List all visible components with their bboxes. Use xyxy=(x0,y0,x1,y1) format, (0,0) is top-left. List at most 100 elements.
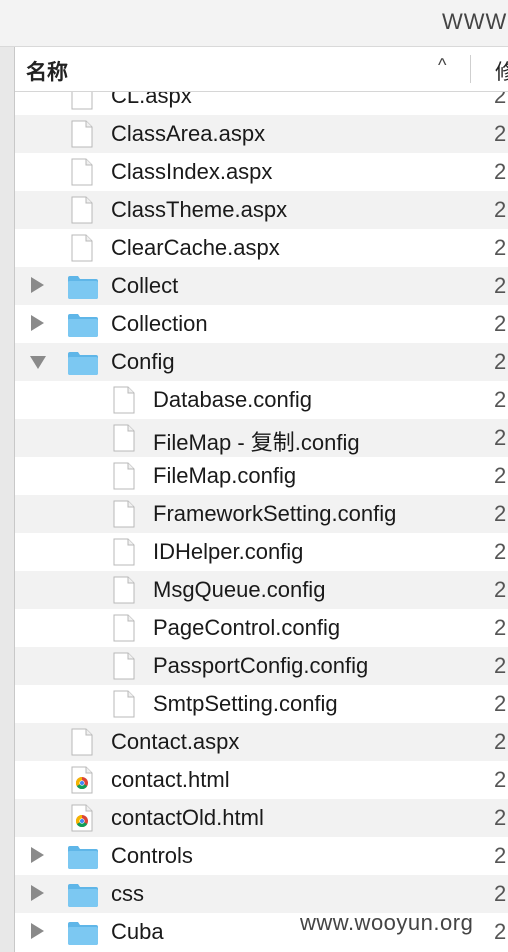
item-modified-date: 2 xyxy=(494,843,507,868)
item-modified-date: 2 xyxy=(494,197,507,222)
document-icon xyxy=(71,234,93,267)
item-modified-date: 2 xyxy=(494,387,507,412)
file-row[interactable]: Database.config 2 xyxy=(15,381,508,419)
disclosure-collapsed-icon[interactable] xyxy=(31,277,44,293)
item-modified-date: 2 xyxy=(494,121,507,146)
disclosure-collapsed-icon[interactable] xyxy=(31,315,44,331)
file-row[interactable]: contactOld.html 2 xyxy=(15,799,508,837)
item-modified-date: 2 xyxy=(494,501,507,526)
folder-icon xyxy=(67,312,99,343)
item-modified-date: 2 xyxy=(494,349,507,374)
file-row[interactable]: FileMap - 复制.config 2 xyxy=(15,419,508,457)
document-icon xyxy=(113,462,135,495)
disclosure-collapsed-icon[interactable] xyxy=(31,923,44,939)
file-row[interactable]: CL.aspx 2 xyxy=(15,92,508,115)
folder-row[interactable]: Collection 2 xyxy=(15,305,508,343)
column-header-modified[interactable]: 修 xyxy=(495,56,508,86)
item-name: IDHelper.config xyxy=(153,539,304,564)
chrome-document-icon xyxy=(71,804,93,837)
file-row[interactable]: ClassTheme.aspx 2 xyxy=(15,191,508,229)
item-name: Collection xyxy=(111,311,208,336)
window-title-fragment: WWW xyxy=(442,9,508,34)
item-modified-date: 2 xyxy=(494,691,507,716)
document-icon xyxy=(71,196,93,229)
item-name: ClassArea.aspx xyxy=(111,121,266,146)
column-divider[interactable] xyxy=(470,55,471,83)
document-icon xyxy=(71,728,93,761)
folder-icon xyxy=(67,350,99,381)
item-name: Controls xyxy=(111,843,193,868)
document-icon xyxy=(113,424,135,457)
item-name: contact.html xyxy=(111,767,230,792)
item-name: FileMap - 复制.config xyxy=(153,430,360,455)
folder-icon xyxy=(67,844,99,875)
chrome-document-icon xyxy=(71,766,93,799)
file-row[interactable]: PassportConfig.config 2 xyxy=(15,647,508,685)
column-header: 名称 ^ 修 xyxy=(15,47,508,92)
document-icon xyxy=(113,538,135,571)
item-name: ClearCache.aspx xyxy=(111,235,280,260)
item-modified-date: 2 xyxy=(494,653,507,678)
item-modified-date: 2 xyxy=(494,425,507,450)
folder-row[interactable]: Collect 2 xyxy=(15,267,508,305)
file-row[interactable]: IDHelper.config 2 xyxy=(15,533,508,571)
item-name: Contact.aspx xyxy=(111,729,240,754)
item-name: FileMap.config xyxy=(153,463,297,488)
item-name: PageControl.config xyxy=(153,615,341,640)
item-name: SmtpSetting.config xyxy=(153,691,338,716)
item-modified-date: 2 xyxy=(494,729,507,754)
item-name: MsgQueue.config xyxy=(153,577,326,602)
folder-row[interactable]: Config 2 xyxy=(15,343,508,381)
folder-row[interactable]: css 2 xyxy=(15,875,508,913)
document-icon xyxy=(113,652,135,685)
column-header-name[interactable]: 名称 xyxy=(26,56,68,86)
disclosure-collapsed-icon[interactable] xyxy=(31,885,44,901)
document-icon xyxy=(113,576,135,609)
item-modified-date: 2 xyxy=(494,767,507,792)
sidebar-edge xyxy=(0,47,15,952)
item-name: Collect xyxy=(111,273,179,298)
item-modified-date: 2 xyxy=(494,463,507,488)
file-row[interactable]: SmtpSetting.config 2 xyxy=(15,685,508,723)
folder-row[interactable]: Controls 2 xyxy=(15,837,508,875)
file-row[interactable]: Contact.aspx 2 xyxy=(15,723,508,761)
watermark: www.wooyun.org xyxy=(300,910,474,935)
item-modified-date: 2 xyxy=(494,615,507,640)
item-name: PassportConfig.config xyxy=(153,653,369,678)
file-row[interactable]: PageControl.config 2 xyxy=(15,609,508,647)
document-icon xyxy=(113,690,135,723)
item-modified-date: 2 xyxy=(494,159,507,184)
document-icon xyxy=(113,500,135,533)
file-list: CL.aspx 2 ClassArea.aspx 2 ClassIndex.aspx 2 C… xyxy=(15,92,508,952)
folder-icon xyxy=(67,274,99,305)
document-icon xyxy=(113,614,135,647)
sort-ascending-icon[interactable]: ^ xyxy=(438,55,446,76)
file-row[interactable]: FrameworkSetting.config 2 xyxy=(15,495,508,533)
file-row[interactable]: MsgQueue.config 2 xyxy=(15,571,508,609)
item-name: Cuba xyxy=(111,919,164,944)
item-modified-date: 2 xyxy=(494,805,507,830)
file-row[interactable]: ClassIndex.aspx 2 xyxy=(15,153,508,191)
item-modified-date: 2 xyxy=(494,92,507,108)
file-row[interactable]: FileMap.config 2 xyxy=(15,457,508,495)
file-row[interactable]: contact.html 2 xyxy=(15,761,508,799)
item-name: FrameworkSetting.config xyxy=(153,501,397,526)
disclosure-collapsed-icon[interactable] xyxy=(31,847,44,863)
item-name: css xyxy=(111,881,144,906)
file-row[interactable]: ClassArea.aspx 2 xyxy=(15,115,508,153)
item-name: Config xyxy=(111,349,175,374)
document-icon xyxy=(71,158,93,191)
document-icon xyxy=(71,120,93,153)
document-icon xyxy=(71,92,93,115)
folder-icon xyxy=(67,920,99,951)
item-modified-date: 2 xyxy=(494,577,507,602)
window-toolbar: WWW xyxy=(0,0,508,47)
item-modified-date: 2 xyxy=(494,919,507,944)
item-modified-date: 2 xyxy=(494,539,507,564)
item-name: Database.config xyxy=(153,387,312,412)
item-modified-date: 2 xyxy=(494,235,507,260)
file-row[interactable]: ClearCache.aspx 2 xyxy=(15,229,508,267)
item-modified-date: 2 xyxy=(494,273,507,298)
item-name: ClassIndex.aspx xyxy=(111,159,273,184)
disclosure-expanded-icon[interactable] xyxy=(30,356,46,369)
